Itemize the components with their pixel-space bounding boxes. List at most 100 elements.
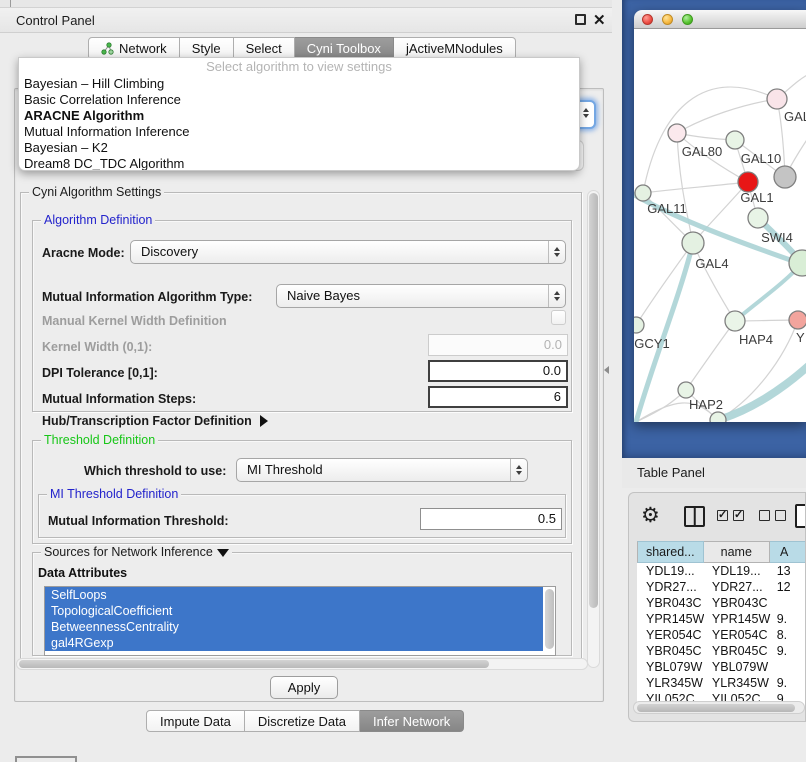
node-gal-top[interactable]	[767, 89, 787, 109]
manual-kernel-checkbox[interactable]	[551, 310, 566, 325]
tab-edge-tick	[10, 0, 11, 7]
node-gal80[interactable]	[668, 124, 686, 142]
node-gcy1[interactable]	[634, 317, 644, 333]
function-builder-icon[interactable]	[795, 504, 806, 528]
table-row[interactable]: YBL079WYBL079W	[637, 659, 806, 675]
table-row[interactable]: YPR145WYPR145W9.	[637, 611, 806, 627]
algorithm-option[interactable]: Bayesian – K2	[19, 140, 579, 156]
data-attributes-label: Data Attributes	[38, 566, 127, 580]
node-label: Y	[796, 330, 805, 345]
mi-type-combo[interactable]: Naive Bayes	[276, 284, 566, 308]
settings-vertical-scrollbar[interactable]	[587, 190, 600, 668]
node-salmon[interactable]	[789, 311, 806, 329]
node-label: GAL4	[695, 256, 728, 271]
combo-arrows-icon	[510, 459, 527, 481]
node-hap2[interactable]	[678, 382, 694, 398]
settings-horizontal-scrollbar[interactable]	[16, 658, 588, 670]
table-row[interactable]: YDL19...YDL19...13	[637, 563, 806, 579]
float-window-icon[interactable]	[575, 14, 586, 25]
algorithm-option[interactable]: Mutual Information Inference	[19, 124, 579, 140]
split-pane-handle-icon[interactable]	[604, 366, 609, 374]
attributes-list-scrollbar[interactable]	[545, 589, 554, 649]
sources-title[interactable]: Sources for Network Inference	[41, 545, 232, 559]
kernel-width-field[interactable]: 0.0	[428, 334, 568, 356]
expanded-arrow-icon	[217, 549, 229, 557]
table-row[interactable]: YBR043CYBR043C	[637, 595, 806, 611]
hub-definition-toggle[interactable]: Hub/Transcription Factor Definition	[42, 414, 268, 428]
node-label: HAP4	[739, 332, 773, 347]
table-cell: YDL19...	[637, 563, 704, 579]
attribute-list-item[interactable]: TopologicalCoefficient	[45, 603, 543, 619]
deselect-all-checkbox-icon[interactable]	[759, 510, 770, 521]
node-bottom[interactable]	[710, 412, 726, 422]
dpi-tolerance-field[interactable]: 0.0	[428, 360, 568, 382]
apply-button[interactable]: Apply	[270, 676, 338, 699]
mi-threshold-field[interactable]: 0.5	[420, 508, 562, 530]
table-row[interactable]: YDR27...YDR27...12	[637, 579, 806, 595]
scrollbar-thumb[interactable]	[589, 193, 598, 608]
table-body: YDL19...YDL19...13YDR27...YDR27...12YBR0…	[637, 563, 806, 707]
table-cell: 9.	[771, 611, 806, 627]
attribute-list-item[interactable]: BetweennessCentrality	[45, 619, 543, 635]
node-swi4[interactable]	[748, 208, 768, 228]
algorithm-option[interactable]: Bayesian – Hill Climbing	[19, 76, 579, 92]
tab-impute-data[interactable]: Impute Data	[146, 710, 245, 732]
node-red[interactable]	[738, 172, 758, 192]
zoom-traffic-light-icon[interactable]	[682, 14, 693, 25]
table-row[interactable]: YER054CYER054C8.	[637, 627, 806, 643]
algorithm-dropdown-list: Bayesian – Hill ClimbingBasic Correlatio…	[19, 76, 579, 171]
table-cell: YLR345W	[637, 675, 704, 691]
select-all-checkbox-icon[interactable]: ✓	[733, 510, 744, 521]
minimize-traffic-light-icon[interactable]	[662, 14, 673, 25]
algorithm-dropdown-popup: Select algorithm to view settings Bayesi…	[18, 57, 580, 171]
scrollbar-thumb[interactable]	[19, 660, 489, 668]
network-icon	[101, 42, 114, 55]
node-label: HAP2	[689, 397, 723, 412]
tab-infer-network[interactable]: Infer Network	[360, 710, 464, 732]
table-panel: ⚙ ✓ ✓ shared... name A YDL19...YDL19...1…	[628, 492, 806, 722]
node-label: GAL1	[740, 190, 773, 205]
aracne-mode-combo[interactable]: Discovery	[130, 240, 566, 264]
columns-icon[interactable]	[684, 506, 705, 527]
which-threshold-combo[interactable]: MI Threshold	[236, 458, 528, 482]
data-attributes-list[interactable]: SelfLoopsTopologicalCoefficientBetweenne…	[44, 586, 556, 656]
column-header-name[interactable]: name	[704, 541, 770, 563]
network-window-titlebar[interactable]	[634, 10, 806, 29]
network-canvas[interactable]: GALGAL80GAL10GAL1GAL11SWI4GAL4GCY1HAP4YH…	[634, 29, 806, 422]
gear-icon[interactable]: ⚙	[641, 503, 660, 528]
dpi-tolerance-label: DPI Tolerance [0,1]:	[42, 366, 158, 380]
table-cell: YBR043C	[704, 595, 771, 611]
algorithm-option[interactable]: Dream8 DC_TDC Algorithm	[19, 156, 579, 171]
node-gal11[interactable]	[635, 185, 651, 201]
table-cell: 12	[771, 579, 806, 595]
tab-discretize-data[interactable]: Discretize Data	[245, 710, 360, 732]
mi-steps-field[interactable]: 6	[428, 386, 568, 408]
attribute-list-item[interactable]: gal4RGexp	[45, 635, 543, 651]
table-header: shared... name A	[637, 541, 806, 563]
table-cell: YBR043C	[637, 595, 704, 611]
node-gray[interactable]	[774, 166, 796, 188]
algorithm-option[interactable]: ARACNE Algorithm	[19, 108, 579, 124]
algorithm-option[interactable]: Basic Correlation Inference	[19, 92, 579, 108]
table-row[interactable]: YBR045CYBR045C9.	[637, 643, 806, 659]
top-strip	[0, 0, 612, 8]
node-gal4[interactable]	[682, 232, 704, 254]
network-view-window[interactable]: GALGAL80GAL10GAL1GAL11SWI4GAL4GCY1HAP4YH…	[634, 10, 806, 422]
table-cell: YDL19...	[704, 563, 771, 579]
close-icon[interactable]: ✕	[593, 8, 606, 33]
deselect-all-checkbox-icon[interactable]	[775, 510, 786, 521]
node-hap4[interactable]	[725, 311, 745, 331]
table-cell: YPR145W	[704, 611, 771, 627]
close-traffic-light-icon[interactable]	[642, 14, 653, 25]
table-row[interactable]: YLR345WYLR345W9.	[637, 675, 806, 691]
column-header-shared-name[interactable]: shared...	[637, 541, 704, 563]
attribute-list-item[interactable]: SelfLoops	[45, 587, 543, 603]
node-gal10[interactable]	[726, 131, 744, 149]
column-header-clipped[interactable]: A	[770, 541, 806, 563]
combo-arrows-icon	[548, 285, 565, 307]
select-all-checkbox-icon[interactable]: ✓	[717, 510, 728, 521]
table-cell: YDR27...	[637, 579, 704, 595]
scrollbar-thumb[interactable]	[637, 704, 795, 712]
table-horizontal-scrollbar[interactable]	[633, 701, 805, 714]
hidden-panel-tab[interactable]	[15, 756, 77, 762]
